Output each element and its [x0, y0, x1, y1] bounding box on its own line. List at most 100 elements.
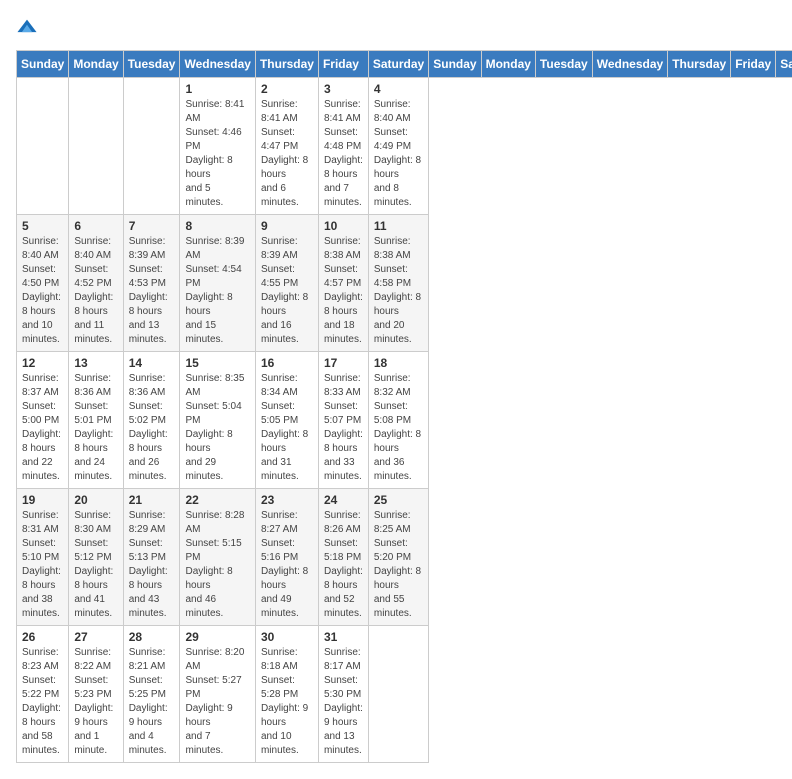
col-header-tuesday: Tuesday	[123, 51, 180, 78]
logo	[16, 16, 42, 38]
day-number: 22	[185, 493, 249, 507]
day-cell-25: 25 Sunrise: 8:25 AM Sunset: 5:20 PM Dayli…	[368, 489, 428, 626]
day-cell-24: 24Sunrise: 8:26 AM Sunset: 5:18 PM Dayli…	[318, 489, 368, 626]
day-cell-29: 29 Sunrise: 8:20 AM Sunset: 5:27 PM Dayli…	[180, 626, 255, 763]
day-cell-1: 1 Sunrise: 8:41 AM Sunset: 4:46 PM Daylig…	[180, 78, 255, 215]
col-header-wednesday: Wednesday	[180, 51, 255, 78]
day-info: Sunrise: 8:39 AM Sunset: 4:55 PM Dayligh…	[261, 235, 313, 347]
day-number: 15	[185, 356, 249, 370]
day-cell-6: 6Sunrise: 8:40 AM Sunset: 4:52 PM Daylig…	[69, 215, 123, 352]
day-info: Sunrise: 8:41 AM Sunset: 4:47 PM Dayligh…	[261, 98, 313, 210]
day-info: Sunrise: 8:23 AM Sunset: 5:22 PM Dayligh…	[22, 646, 63, 758]
day-number: 30	[261, 630, 313, 644]
day-cell-31: 31 Sunrise: 8:17 AM Sunset: 5:30 PM Dayli…	[318, 626, 368, 763]
day-info: Sunrise: 8:22 AM Sunset: 5:23 PM Dayligh…	[74, 646, 117, 758]
day-cell-empty	[69, 78, 123, 215]
day-cell-23: 23 Sunrise: 8:27 AM Sunset: 5:16 PM Dayli…	[255, 489, 318, 626]
day-number: 31	[324, 630, 363, 644]
day-number: 7	[129, 219, 175, 233]
day-number: 4	[374, 82, 423, 96]
col-header-monday: Monday	[69, 51, 123, 78]
day-number: 20	[74, 493, 117, 507]
col-header-saturday: Saturday	[776, 51, 792, 78]
day-number: 5	[22, 219, 63, 233]
col-header-friday: Friday	[731, 51, 776, 78]
day-info: Sunrise: 8:36 AM Sunset: 5:02 PM Dayligh…	[129, 372, 175, 484]
day-number: 3	[324, 82, 363, 96]
day-cell-15: 15Sunrise: 8:35 AM Sunset: 5:04 PM Dayli…	[180, 352, 255, 489]
day-info: Sunrise: 8:39 AM Sunset: 4:54 PM Dayligh…	[185, 235, 249, 347]
day-number: 14	[129, 356, 175, 370]
day-number: 1	[185, 82, 249, 96]
day-info: Sunrise: 8:33 AM Sunset: 5:07 PM Dayligh…	[324, 372, 363, 484]
day-info: Sunrise: 8:30 AM Sunset: 5:12 PM Dayligh…	[74, 509, 117, 621]
day-number: 12	[22, 356, 63, 370]
col-header-thursday: Thursday	[255, 51, 318, 78]
day-cell-5: 5 Sunrise: 8:40 AM Sunset: 4:50 PM Daylig…	[17, 215, 69, 352]
day-number: 28	[129, 630, 175, 644]
day-number: 23	[261, 493, 313, 507]
week-row-4: 19Sunrise: 8:31 AM Sunset: 5:10 PM Dayli…	[17, 489, 792, 626]
day-info: Sunrise: 8:20 AM Sunset: 5:27 PM Dayligh…	[185, 646, 249, 758]
day-number: 10	[324, 219, 363, 233]
day-number: 11	[374, 219, 423, 233]
day-number: 8	[185, 219, 249, 233]
day-cell-28: 28 Sunrise: 8:21 AM Sunset: 5:25 PM Dayli…	[123, 626, 180, 763]
col-header-tuesday: Tuesday	[535, 51, 592, 78]
day-info: Sunrise: 8:37 AM Sunset: 5:00 PM Dayligh…	[22, 372, 63, 484]
day-info: Sunrise: 8:28 AM Sunset: 5:15 PM Dayligh…	[185, 509, 249, 621]
week-row-1: 1 Sunrise: 8:41 AM Sunset: 4:46 PM Daylig…	[17, 78, 792, 215]
day-info: Sunrise: 8:17 AM Sunset: 5:30 PM Dayligh…	[324, 646, 363, 758]
week-row-3: 12 Sunrise: 8:37 AM Sunset: 5:00 PM Dayli…	[17, 352, 792, 489]
col-header-friday: Friday	[318, 51, 368, 78]
day-info: Sunrise: 8:40 AM Sunset: 4:50 PM Dayligh…	[22, 235, 63, 347]
day-number: 29	[185, 630, 249, 644]
day-number: 27	[74, 630, 117, 644]
col-header-sunday: Sunday	[429, 51, 481, 78]
day-cell-17: 17 Sunrise: 8:33 AM Sunset: 5:07 PM Dayli…	[318, 352, 368, 489]
day-cell-30: 30 Sunrise: 8:18 AM Sunset: 5:28 PM Dayli…	[255, 626, 318, 763]
day-cell-8: 8 Sunrise: 8:39 AM Sunset: 4:54 PM Daylig…	[180, 215, 255, 352]
day-info: Sunrise: 8:18 AM Sunset: 5:28 PM Dayligh…	[261, 646, 313, 758]
day-info: Sunrise: 8:32 AM Sunset: 5:08 PM Dayligh…	[374, 372, 423, 484]
day-info: Sunrise: 8:29 AM Sunset: 5:13 PM Dayligh…	[129, 509, 175, 621]
calendar-table: SundayMondayTuesdayWednesdayThursdayFrid…	[16, 50, 792, 763]
day-info: Sunrise: 8:34 AM Sunset: 5:05 PM Dayligh…	[261, 372, 313, 484]
day-info: Sunrise: 8:36 AM Sunset: 5:01 PM Dayligh…	[74, 372, 117, 484]
day-info: Sunrise: 8:21 AM Sunset: 5:25 PM Dayligh…	[129, 646, 175, 758]
day-cell-empty	[123, 78, 180, 215]
week-row-2: 5 Sunrise: 8:40 AM Sunset: 4:50 PM Daylig…	[17, 215, 792, 352]
day-cell-18: 18 Sunrise: 8:32 AM Sunset: 5:08 PM Dayli…	[368, 352, 428, 489]
day-cell-20: 20 Sunrise: 8:30 AM Sunset: 5:12 PM Dayli…	[69, 489, 123, 626]
day-number: 25	[374, 493, 423, 507]
day-info: Sunrise: 8:41 AM Sunset: 4:46 PM Dayligh…	[185, 98, 249, 210]
day-info: Sunrise: 8:40 AM Sunset: 4:52 PM Dayligh…	[74, 235, 117, 347]
day-info: Sunrise: 8:38 AM Sunset: 4:58 PM Dayligh…	[374, 235, 423, 347]
day-number: 24	[324, 493, 363, 507]
day-cell-2: 2 Sunrise: 8:41 AM Sunset: 4:47 PM Daylig…	[255, 78, 318, 215]
day-cell-21: 21 Sunrise: 8:29 AM Sunset: 5:13 PM Dayli…	[123, 489, 180, 626]
col-header-saturday: Saturday	[368, 51, 428, 78]
col-header-sunday: Sunday	[17, 51, 69, 78]
day-number: 2	[261, 82, 313, 96]
day-cell-3: 3 Sunrise: 8:41 AM Sunset: 4:48 PM Daylig…	[318, 78, 368, 215]
day-cell-19: 19Sunrise: 8:31 AM Sunset: 5:10 PM Dayli…	[17, 489, 69, 626]
day-number: 21	[129, 493, 175, 507]
col-header-thursday: Thursday	[668, 51, 731, 78]
day-cell-12: 12 Sunrise: 8:37 AM Sunset: 5:00 PM Dayli…	[17, 352, 69, 489]
day-number: 13	[74, 356, 117, 370]
day-number: 18	[374, 356, 423, 370]
day-cell-empty	[17, 78, 69, 215]
day-info: Sunrise: 8:27 AM Sunset: 5:16 PM Dayligh…	[261, 509, 313, 621]
day-cell-13: 13 Sunrise: 8:36 AM Sunset: 5:01 PM Dayli…	[69, 352, 123, 489]
day-info: Sunrise: 8:25 AM Sunset: 5:20 PM Dayligh…	[374, 509, 423, 621]
day-number: 19	[22, 493, 63, 507]
day-cell-11: 11 Sunrise: 8:38 AM Sunset: 4:58 PM Dayli…	[368, 215, 428, 352]
day-cell-9: 9 Sunrise: 8:39 AM Sunset: 4:55 PM Daylig…	[255, 215, 318, 352]
day-info: Sunrise: 8:39 AM Sunset: 4:53 PM Dayligh…	[129, 235, 175, 347]
col-header-wednesday: Wednesday	[592, 51, 667, 78]
day-number: 9	[261, 219, 313, 233]
day-info: Sunrise: 8:41 AM Sunset: 4:48 PM Dayligh…	[324, 98, 363, 210]
day-number: 17	[324, 356, 363, 370]
header-row: SundayMondayTuesdayWednesdayThursdayFrid…	[17, 51, 792, 78]
